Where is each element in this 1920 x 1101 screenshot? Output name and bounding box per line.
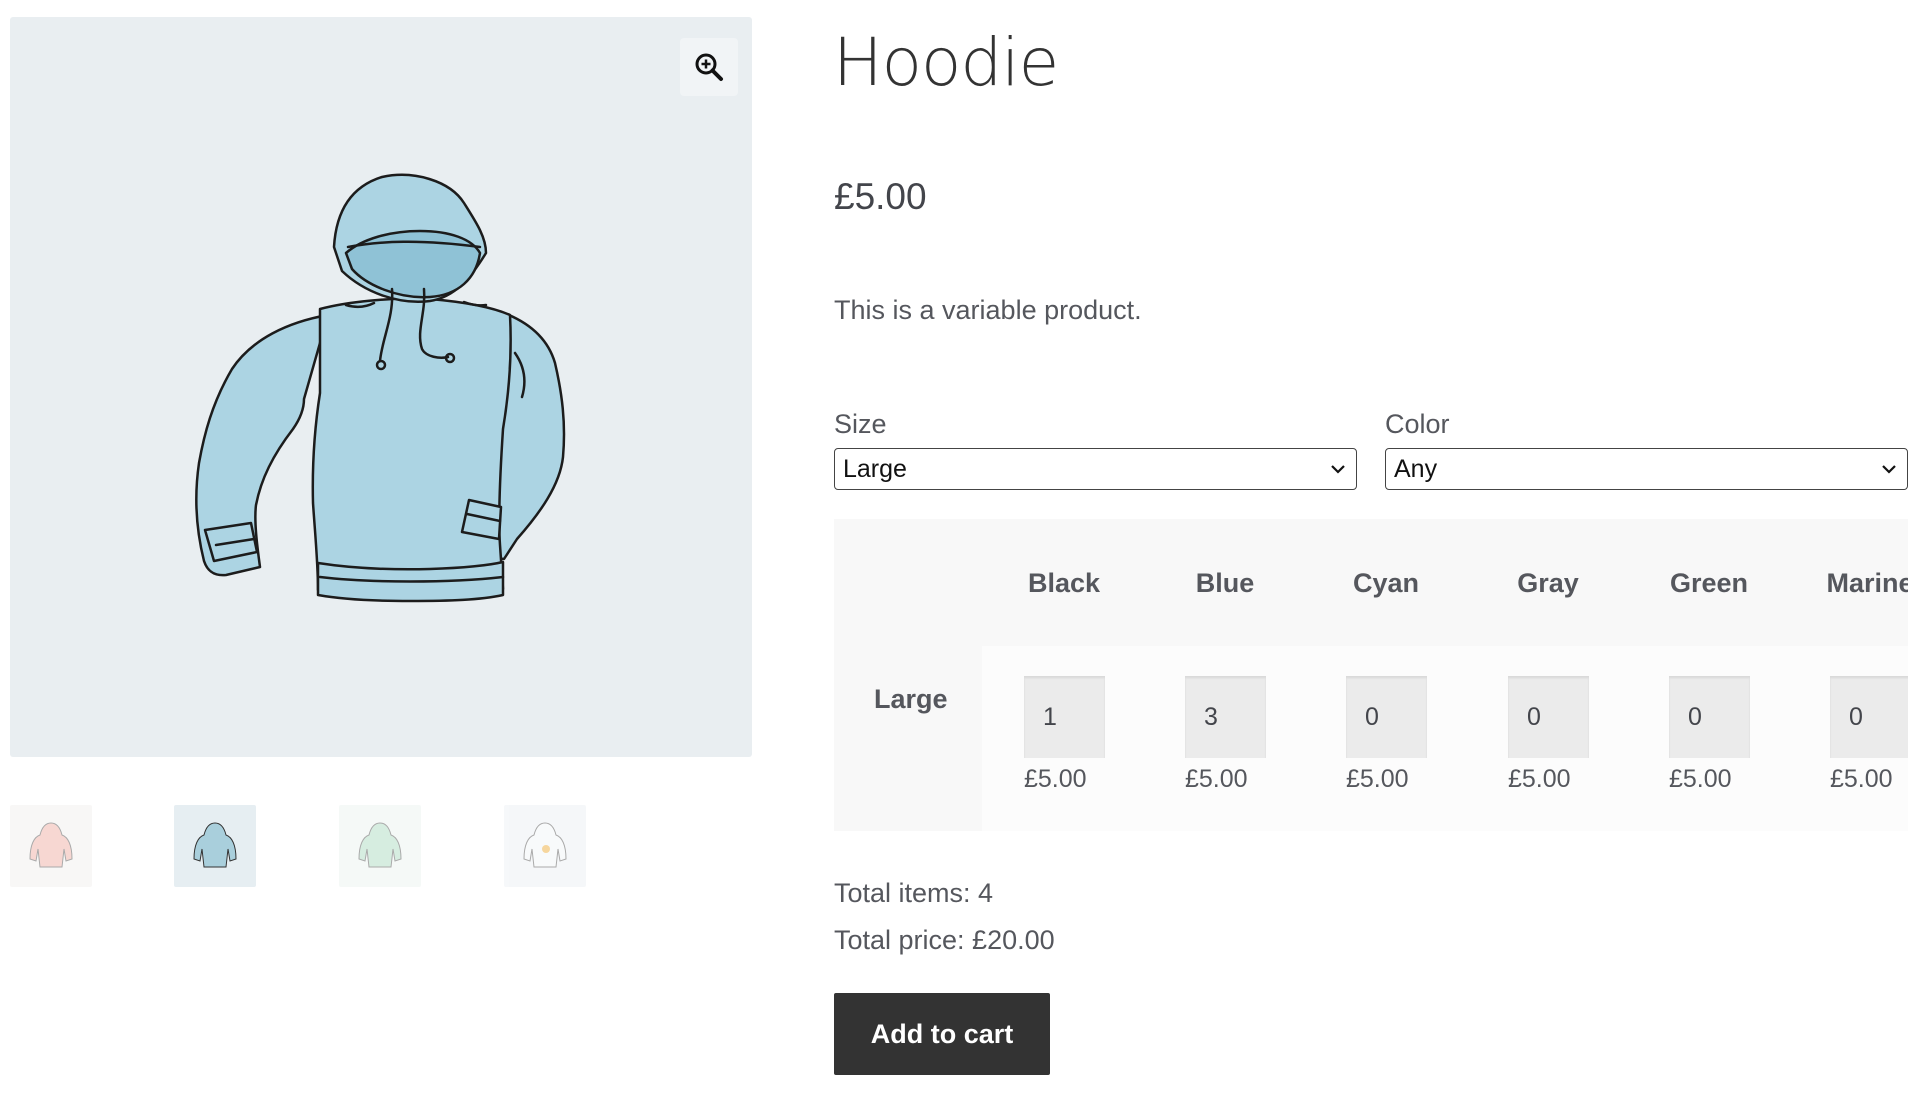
blue-hoodie-thumbnail[interactable] xyxy=(174,805,256,887)
green-hoodie-thumbnail[interactable] xyxy=(339,805,421,887)
column-header-green: Green xyxy=(1669,568,1749,598)
chevron-down-icon xyxy=(1882,465,1896,474)
product-description: This is a variable product. xyxy=(834,295,1142,325)
product-title: Hoodie xyxy=(833,24,1059,101)
white-hoodie-icon xyxy=(523,822,567,868)
add-to-cart-button[interactable]: Add to cart xyxy=(834,993,1050,1075)
variation-price-marine: £5.00 xyxy=(1830,765,1893,793)
variation-price-cyan: £5.00 xyxy=(1346,765,1409,793)
variation-price-blue: £5.00 xyxy=(1185,765,1248,793)
column-header-black: Black xyxy=(1027,568,1101,598)
matrix-body xyxy=(982,646,1908,831)
variation-price-green: £5.00 xyxy=(1669,765,1732,793)
column-header-gray: Gray xyxy=(1517,568,1579,598)
blue-hoodie-icon xyxy=(193,822,237,868)
column-header-marine: Marine xyxy=(1826,568,1908,598)
color-select-value: Any xyxy=(1394,454,1438,483)
size-select[interactable]: Large xyxy=(834,448,1357,490)
variation-price-gray: £5.00 xyxy=(1508,765,1571,793)
size-select-value: Large xyxy=(843,454,907,483)
color-label: Color xyxy=(1385,409,1450,439)
size-label: Size xyxy=(834,409,887,439)
total-price: Total price: £20.00 xyxy=(834,925,1055,955)
color-select[interactable]: Any xyxy=(1385,448,1908,490)
column-header-cyan: Cyan xyxy=(1352,568,1420,598)
quantity-input-cyan[interactable]: 0 xyxy=(1346,676,1427,758)
green-hoodie-icon xyxy=(358,822,402,868)
quantity-input-gray[interactable]: 0 xyxy=(1508,676,1589,758)
product-page: Hoodie £5.00 This is a variable product.… xyxy=(0,0,1920,1101)
quantity-input-black[interactable]: 1 xyxy=(1024,676,1105,758)
zoom-in-magnifier-icon xyxy=(695,53,723,81)
total-items: Total items: 4 xyxy=(834,878,994,908)
quantity-input-green[interactable]: 0 xyxy=(1669,676,1750,758)
white-logo-hoodie-thumbnail[interactable] xyxy=(504,805,586,887)
product-main-image[interactable] xyxy=(10,17,752,757)
pink-hoodie-icon xyxy=(29,822,73,868)
zoom-button[interactable] xyxy=(680,38,738,96)
variation-matrix: Large Black Blue Cyan Gray Green Marine … xyxy=(834,519,1908,831)
variation-price-black: £5.00 xyxy=(1024,765,1087,793)
quantity-input-marine[interactable]: 0 xyxy=(1830,676,1908,758)
chevron-down-icon xyxy=(1331,465,1345,474)
quantity-input-blue[interactable]: 3 xyxy=(1185,676,1266,758)
row-label-large: Large xyxy=(874,684,948,714)
pink-hoodie-thumbnail[interactable] xyxy=(10,805,92,887)
product-price: £5.00 xyxy=(834,176,927,217)
gallery-thumbnails xyxy=(10,805,752,887)
blue-hoodie-illustration xyxy=(195,173,566,603)
column-header-blue: Blue xyxy=(1195,568,1255,598)
